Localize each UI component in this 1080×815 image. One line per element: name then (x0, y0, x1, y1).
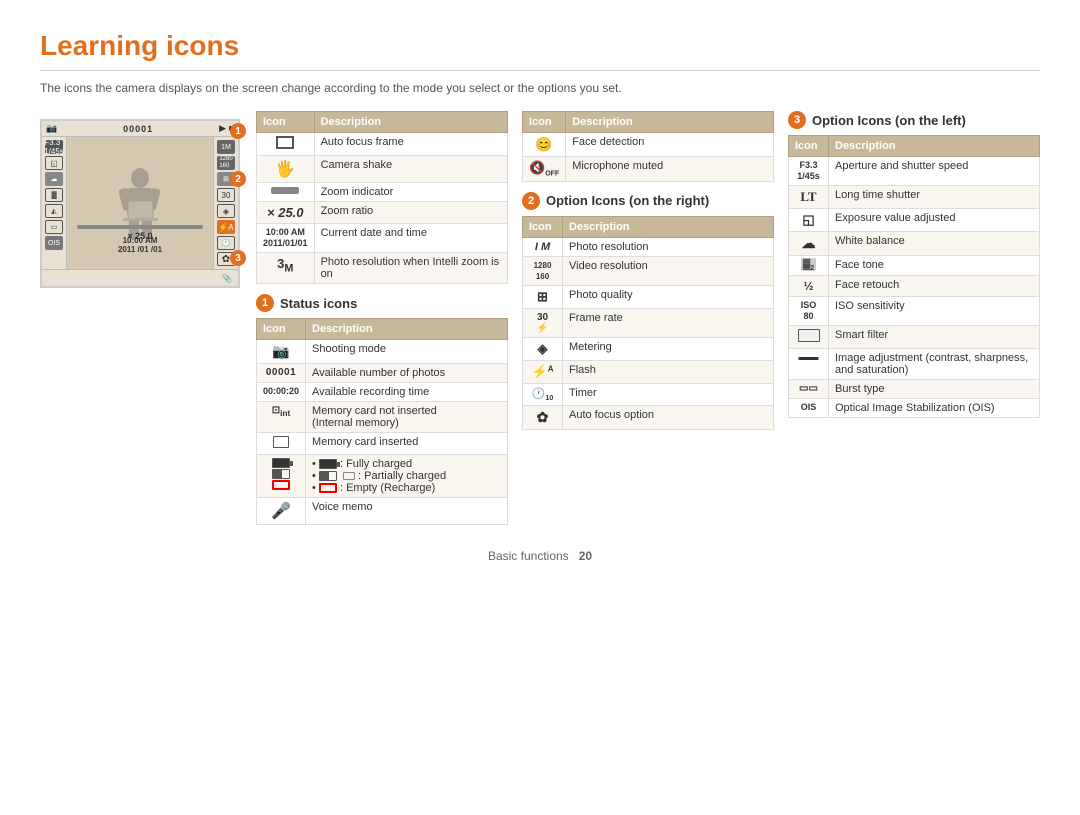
table-row: ⚡A Flash (523, 360, 774, 383)
table-row: I M Photo resolution (523, 237, 774, 256)
table-row: Auto focus frame (257, 133, 508, 156)
left-options-label: Option Icons (on the left) (812, 113, 966, 128)
right-options-section: Icon Description 😊 Face detection 🔇OFF M… (522, 111, 774, 525)
table-row: ◱ Exposure value adjusted (789, 209, 1040, 232)
subtitle-text: The icons the camera displays on the scr… (40, 81, 1040, 95)
table-row: ½ Face retouch (789, 276, 1040, 297)
status-badge-num: 1 (256, 294, 274, 312)
top-right-desc-header: Description (566, 112, 774, 133)
table-row: Smart filter (789, 326, 1040, 349)
table-row: × 25.0 Zoom ratio (257, 202, 508, 224)
table-row: ▬▬ Image adjustment (contrast, sharpness… (789, 349, 1040, 380)
left-icon-col: Icon (789, 136, 829, 157)
top-table-desc-header: Description (314, 112, 507, 133)
badge-1: 1 (230, 123, 246, 139)
table-row: ☁ White balance (789, 232, 1040, 256)
table-row: LT Long time shutter (789, 186, 1040, 209)
left-options-header: 3 Option Icons (on the left) (788, 111, 1040, 129)
table-row: 🖐 Camera shake (257, 156, 508, 183)
table-row: 🔇OFF Microphone muted (523, 157, 774, 182)
status-desc-col: Description (306, 319, 508, 340)
table-row: Memory card inserted (257, 433, 508, 455)
top-table-icon-header: Icon (257, 112, 315, 133)
table-row: F3.31/45s Aperture and shutter speed (789, 157, 1040, 186)
table-row: 📷 Shooting mode (257, 340, 508, 364)
badge-3: 3 (230, 250, 246, 266)
page-footer: Basic functions 20 (40, 549, 1040, 563)
table-row: 00001 Available number of photos (257, 364, 508, 383)
table-row: ◈ Metering (523, 337, 774, 360)
footer-page: 20 (579, 549, 592, 563)
table-row: 3M Photo resolution when Intelli zoom is… (257, 253, 508, 284)
top-right-icon-header: Icon (523, 112, 566, 133)
table-row: 1280160 Video resolution (523, 256, 774, 285)
footer-label: Basic functions (488, 549, 569, 563)
table-row: ▭▭ Burst type (789, 380, 1040, 399)
table-row: ⊞ Photo quality (523, 285, 774, 308)
right-options-header: 2 Option Icons (on the right) (522, 192, 774, 210)
table-row: 30⚡ Frame rate (523, 308, 774, 337)
mic-muted-desc: Microphone muted (566, 157, 774, 182)
table-row: ISO80 ISO sensitivity (789, 297, 1040, 326)
status-section: Icon Description Auto focus frame 🖐 Came… (256, 111, 508, 525)
left-badge-num: 3 (788, 111, 806, 129)
left-options-section: 3 Option Icons (on the left) Icon Descri… (788, 111, 1040, 525)
status-icon-col: Icon (257, 319, 306, 340)
table-row: 10:00 AM2011/01/01 Current date and time (257, 224, 508, 253)
table-row: : Fully charged : Partially charged : Em… (257, 455, 508, 498)
page-title: Learning icons (40, 30, 1040, 71)
right-badge-num: 2 (522, 192, 540, 210)
table-row: ⊡int Memory card not inserted(Internal m… (257, 402, 508, 433)
table-row: ✿ Auto focus option (523, 405, 774, 429)
table-row: 🎤 Voice memo (257, 498, 508, 525)
table-row: 🕐10 Timer (523, 383, 774, 405)
status-label: Status icons (280, 296, 357, 311)
table-row: Zoom indicator (257, 183, 508, 202)
right-icon-col: Icon (523, 216, 563, 237)
table-row: ▓2 Face tone (789, 256, 1040, 276)
table-row: 😊 Face detection (523, 133, 774, 157)
table-row: OIS Optical Image Stabilization (OIS) (789, 399, 1040, 418)
badge-2: 2 (230, 171, 246, 187)
left-desc-col: Description (829, 136, 1040, 157)
right-desc-col: Description (563, 216, 774, 237)
table-row: 00:00:20 Available recording time (257, 383, 508, 402)
right-options-label: Option Icons (on the right) (546, 193, 709, 208)
status-section-header: 1 Status icons (256, 294, 508, 312)
camera-preview: 📷 00001 ▶ ■ F3.31/45s ◱ ☁ ▓ ◭ ▭ OIS (40, 119, 240, 288)
